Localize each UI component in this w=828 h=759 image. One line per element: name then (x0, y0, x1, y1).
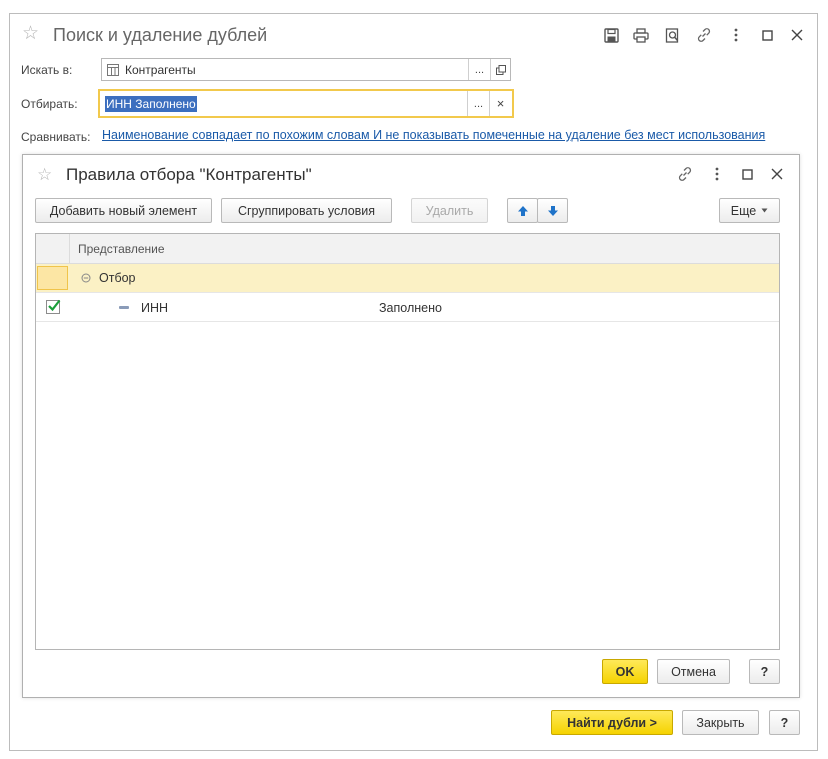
checkmark-icon (48, 299, 61, 312)
close-icon[interactable] (786, 24, 808, 46)
filter-rules-dialog: ☆ Правила отбора "Контрагенты" Добавить … (22, 154, 800, 698)
compare-settings-link[interactable]: Наименование совпадает по похожим словам… (102, 128, 765, 142)
favorite-star-icon[interactable]: ☆ (22, 23, 39, 45)
row-check-cell[interactable] (37, 266, 68, 290)
dialog-more-menu-icon[interactable] (706, 163, 728, 185)
move-up-button[interactable] (507, 198, 538, 223)
dialog-link-icon[interactable] (674, 163, 696, 185)
row-label: Отбор (99, 271, 136, 285)
rules-table: Представление Отбор ИНН Заполнено (35, 233, 780, 650)
dialog-close-icon[interactable] (766, 163, 788, 185)
column-header-presentation: Представление (78, 242, 165, 256)
find-duplicates-button[interactable]: Найти дубли > (551, 710, 673, 735)
ok-button[interactable]: OK (602, 659, 648, 684)
condition-icon (119, 306, 129, 309)
filter-label: Отбирать: (21, 97, 78, 111)
link-icon[interactable] (693, 24, 715, 46)
move-down-button[interactable] (537, 198, 568, 223)
delete-button[interactable]: Удалить (411, 198, 488, 223)
chevron-down-icon (761, 208, 768, 213)
more-button-label: Еще (730, 203, 757, 218)
add-element-button[interactable]: Добавить новый элемент (35, 198, 212, 223)
row-label: ИНН (141, 301, 169, 315)
maximize-icon[interactable] (756, 24, 778, 46)
arrow-up-icon (517, 205, 528, 216)
table-row[interactable]: ИНН Заполнено (36, 293, 779, 322)
table-icon (107, 64, 119, 79)
arrow-down-icon (547, 205, 558, 216)
row-checkbox[interactable] (46, 299, 61, 314)
help-button[interactable]: ? (769, 710, 800, 735)
table-row[interactable]: Отбор (36, 264, 779, 293)
dialog-maximize-icon[interactable] (736, 163, 758, 185)
compare-label: Сравнивать: (21, 130, 91, 144)
cancel-button[interactable]: Отмена (657, 659, 730, 684)
more-button[interactable]: Еще (719, 198, 780, 223)
table-header: Представление (36, 234, 779, 264)
filter-select-button[interactable]: ... (468, 91, 489, 116)
duplicates-window: ☆ Поиск и удаление дублей Искать в: Конт… (9, 13, 818, 751)
search-in-select-button[interactable]: ... (469, 59, 490, 80)
row-value: Заполнено (379, 301, 442, 315)
collapse-icon[interactable] (81, 272, 91, 286)
more-menu-icon[interactable] (725, 24, 747, 46)
window-title: Поиск и удаление дублей (53, 25, 268, 45)
dialog-help-button[interactable]: ? (749, 659, 780, 684)
search-in-label: Искать в: (21, 63, 73, 77)
filter-field[interactable]: ИНН Заполнено ... × (98, 89, 514, 118)
filter-clear-button[interactable]: × (490, 91, 511, 116)
preview-icon[interactable] (661, 24, 683, 46)
dialog-favorite-star-icon[interactable]: ☆ (37, 165, 52, 185)
save-icon[interactable] (600, 24, 622, 46)
filter-value: ИНН Заполнено (105, 96, 197, 112)
group-conditions-button[interactable]: Сгруппировать условия (221, 198, 392, 223)
open-icon[interactable] (491, 59, 511, 80)
print-icon[interactable] (630, 24, 652, 46)
search-in-value: Контрагенты (125, 63, 196, 77)
dialog-title: Правила отбора "Контрагенты" (66, 165, 312, 184)
search-in-field[interactable]: Контрагенты ... (101, 58, 511, 81)
close-button[interactable]: Закрыть (682, 710, 759, 735)
